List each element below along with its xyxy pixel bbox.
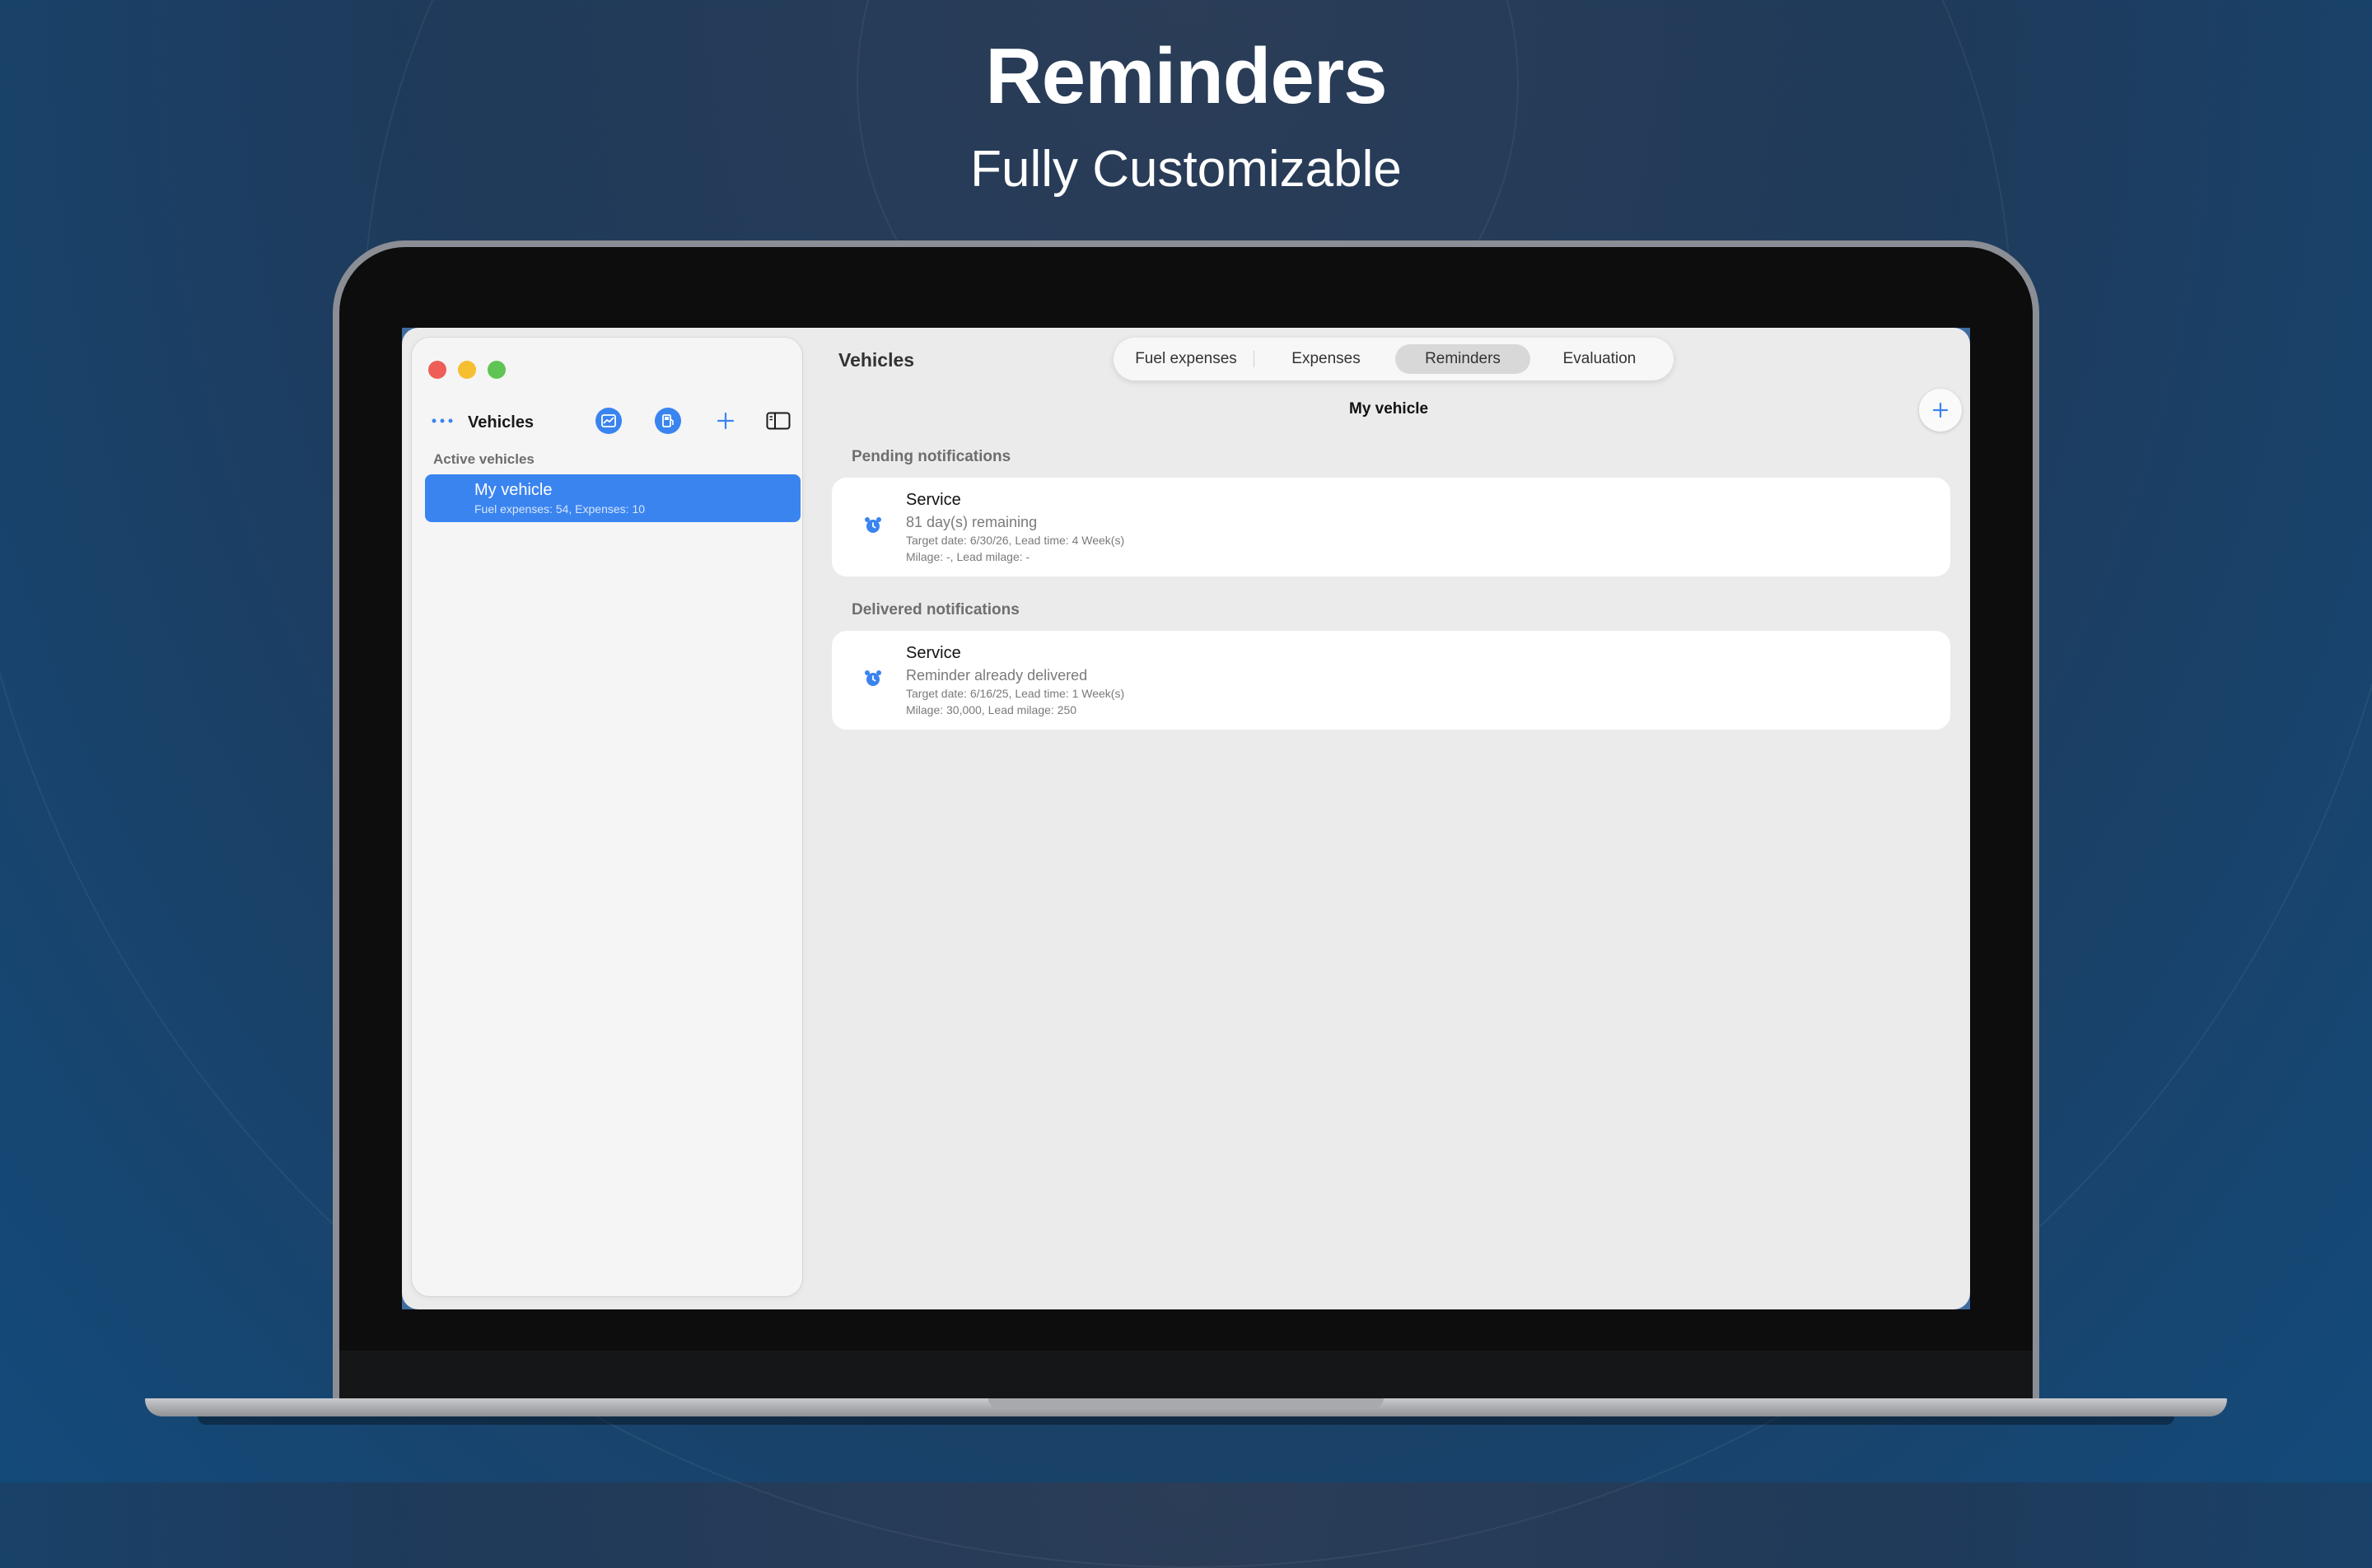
alarm-clock-icon [863, 516, 883, 539]
reminder-milage: Milage: 30,000, Lead milage: 250 [906, 703, 1077, 716]
reminder-card[interactable]: Service Reminder already delivered Targe… [832, 631, 1950, 730]
reminder-detail: Target date: 6/30/26, Lead time: 4 Week(… [906, 534, 1125, 547]
tab-expenses[interactable]: Expenses [1263, 344, 1389, 374]
zoom-window-button[interactable] [488, 361, 506, 379]
group-label-delivered: Delivered notifications [852, 601, 1020, 618]
tab-fuel-expenses[interactable]: Fuel expenses [1120, 344, 1252, 374]
hero-subtitle: Fully Customizable [970, 141, 1402, 198]
laptop-chin [339, 1351, 2033, 1403]
vehicle-title: My vehicle [1349, 400, 1429, 418]
close-window-button[interactable] [428, 361, 446, 379]
plus-icon[interactable] [712, 407, 740, 435]
hero-title: Reminders [985, 32, 1387, 120]
vehicle-name: My vehicle [474, 481, 553, 499]
laptop-screen: Vehicles Active vehicles My vehicle Fuel… [402, 328, 1970, 1309]
reminder-status: 81 day(s) remaining [906, 514, 1038, 530]
add-reminder-button[interactable] [1919, 389, 1962, 432]
alarm-clock-icon [863, 669, 883, 693]
minimize-window-button[interactable] [458, 361, 476, 379]
reminder-milage: Milage: -, Lead milage: - [906, 550, 1030, 563]
plus-icon [1932, 402, 1949, 418]
group-label-pending: Pending notifications [852, 448, 1011, 465]
reminder-status: Reminder already delivered [906, 667, 1088, 684]
fuel-icon[interactable] [654, 407, 682, 435]
tab-evaluation[interactable]: Evaluation [1535, 344, 1664, 374]
section-label-active-vehicles: Active vehicles [433, 451, 535, 467]
tab-bar: Fuel expenses Expenses Reminders Evaluat… [1114, 338, 1674, 380]
chart-icon[interactable] [595, 407, 623, 435]
vehicle-list-item[interactable]: My vehicle Fuel expenses: 54, Expenses: … [425, 474, 801, 522]
vehicle-summary: Fuel expenses: 54, Expenses: 10 [474, 502, 646, 516]
reminder-title: Service [906, 491, 961, 509]
main-title: Vehicles [838, 349, 915, 371]
reminder-title: Service [906, 644, 961, 662]
laptop-base-shadow [198, 1416, 2174, 1425]
reminder-detail: Target date: 6/16/25, Lead time: 1 Week(… [906, 687, 1125, 700]
sidebar: Vehicles Active vehicles My vehicle Fuel… [412, 338, 802, 1296]
reminder-card[interactable]: Service 81 day(s) remaining Target date:… [832, 478, 1950, 576]
sidebar-title: Vehicles [468, 413, 535, 432]
tab-reminders[interactable]: Reminders [1395, 344, 1530, 374]
laptop-notch [988, 1398, 1384, 1408]
more-icon[interactable] [428, 407, 456, 435]
sidebar-toolbar: Vehicles [412, 404, 802, 443]
app-window: Vehicles Active vehicles My vehicle Fuel… [402, 328, 1970, 1309]
sidebar-toggle-icon[interactable] [764, 407, 792, 435]
